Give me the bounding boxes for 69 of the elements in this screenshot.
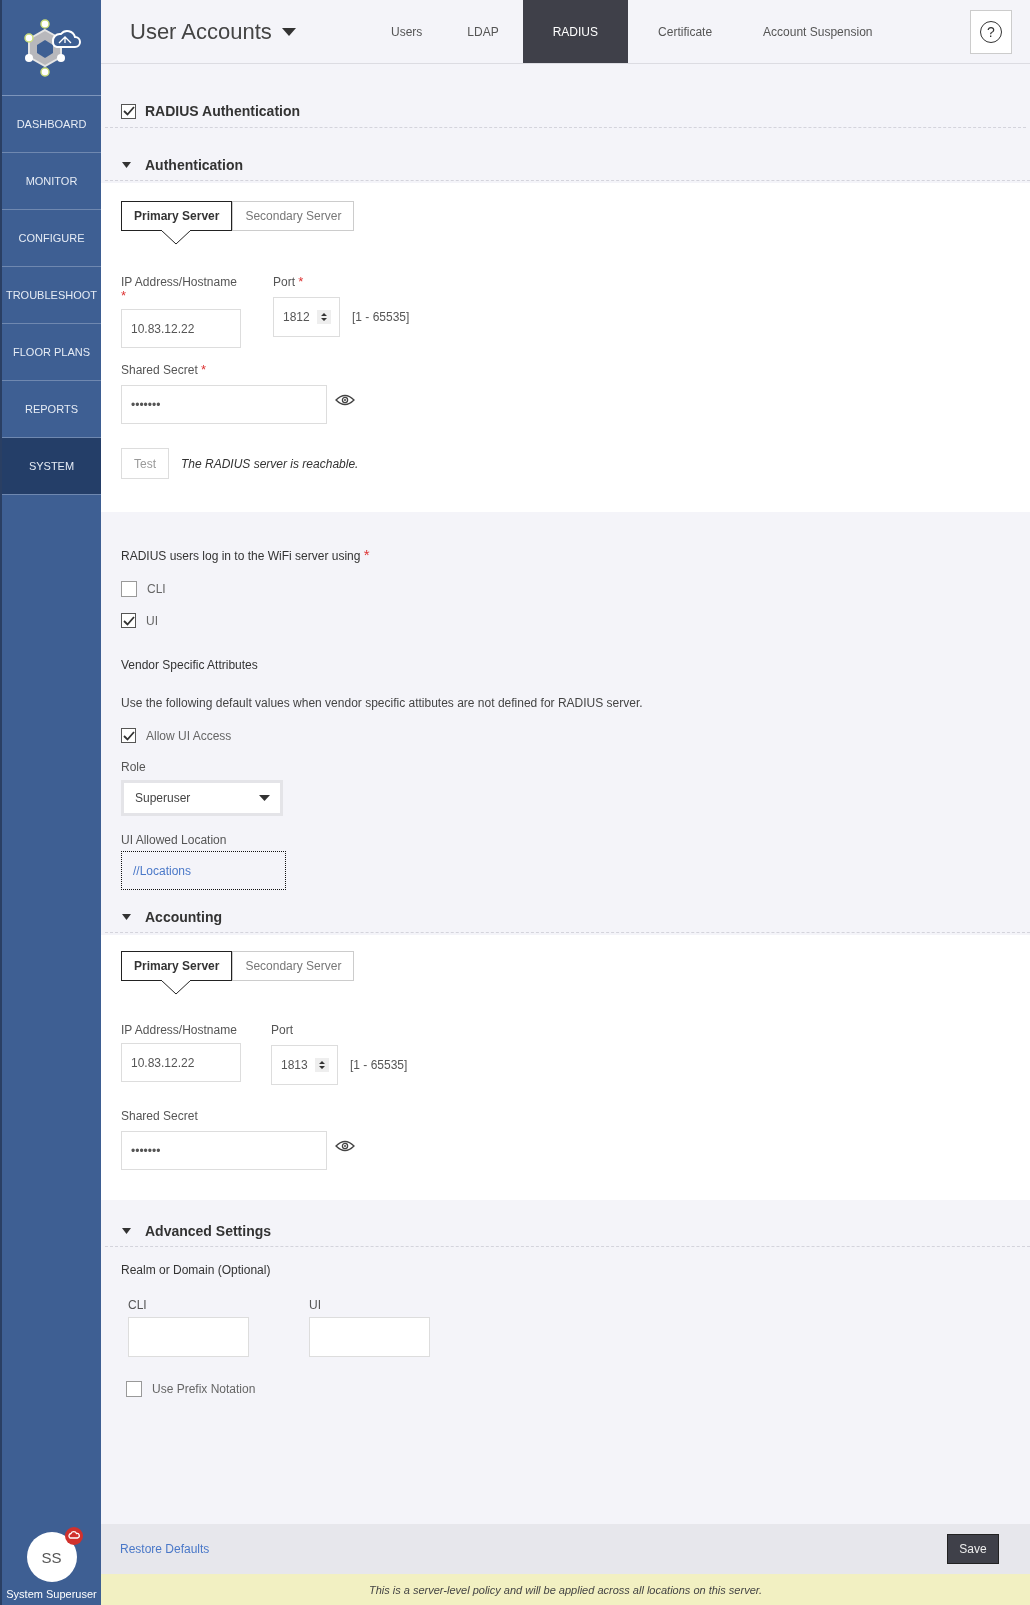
field-label: RADIUS users log in to the WiFi server using * <box>121 546 371 563</box>
policy-notice: This is a server-level policy and will be applied across all locations on this server. <box>101 1574 1030 1605</box>
field-label: Port * <box>273 275 305 289</box>
header-tab[interactable]: LDAP <box>443 0 523 63</box>
status-message: The RADIUS server is reachable. <box>181 456 359 471</box>
restore-defaults-link[interactable]: Restore Defaults <box>120 1542 210 1556</box>
ip-address-field[interactable]: 10.83.12.22 <box>121 1043 241 1082</box>
checkbox-label: Allow UI Access <box>146 728 232 743</box>
checkbox-label: CLI <box>147 581 166 596</box>
range-hint: [1 - 65535] <box>350 1058 408 1072</box>
header-tab[interactable]: RADIUS <box>522 0 629 63</box>
header-tab[interactable]: Certificate <box>628 0 743 63</box>
location-link[interactable]: //Locations <box>133 863 192 878</box>
nav-item[interactable]: SYSTEM <box>2 438 101 495</box>
user-name: System Superuser <box>6 1588 97 1600</box>
section-title: Advanced Settings <box>145 1223 272 1239</box>
section-title: Authentication <box>145 157 243 173</box>
field-label: CLI <box>128 1298 148 1312</box>
field-label: Shared Secret * <box>121 362 208 377</box>
spinner-icon[interactable] <box>317 310 331 324</box>
checkbox-label: Use Prefix Notation <box>152 1381 256 1396</box>
shared-secret-field[interactable]: ••••••• <box>121 1131 327 1170</box>
eye-icon[interactable] <box>335 1139 355 1152</box>
header-tab[interactable]: Users <box>370 0 444 63</box>
checkbox-label: RADIUS Authentication <box>145 103 301 119</box>
ip-address-field[interactable]: 10.83.12.22 <box>121 309 241 348</box>
collapse-icon[interactable] <box>122 1228 131 1234</box>
checkbox[interactable] <box>121 728 136 743</box>
checkbox[interactable] <box>121 580 137 597</box>
field-label: Role <box>121 760 147 774</box>
field-label: Shared Secret <box>121 1109 199 1123</box>
server-tab[interactable]: Secondary Server <box>232 201 355 231</box>
save-button[interactable]: Save <box>947 1534 999 1564</box>
field-label: UI Allowed Location <box>121 833 228 847</box>
ui-realm-field[interactable] <box>309 1317 430 1357</box>
nav-item[interactable]: DASHBOARD <box>2 96 101 153</box>
field-label: Port <box>271 1023 294 1037</box>
range-hint: [1 - 65535] <box>352 310 410 324</box>
port-field[interactable]: 1813 <box>271 1045 338 1085</box>
server-tab[interactable]: Secondary Server <box>232 951 355 981</box>
cloud-badge-icon <box>64 1527 83 1545</box>
field-label: UI <box>309 1298 322 1312</box>
role-dropdown[interactable]: Superuser <box>121 780 283 816</box>
checkbox[interactable] <box>121 103 136 119</box>
field-label: Realm or Domain (Optional) <box>121 1263 272 1277</box>
checkbox-label: UI <box>146 613 158 628</box>
port-field[interactable]: 1812 <box>273 297 340 337</box>
caret-icon <box>281 27 296 36</box>
spinner-icon[interactable] <box>315 1058 329 1072</box>
checkbox[interactable] <box>121 613 136 628</box>
description-text: Use the following default values when vendor specific attibutes are not defined for RADIUS server. <box>121 696 644 710</box>
user-avatar[interactable]: SS <box>26 1532 77 1582</box>
checkbox[interactable] <box>126 1380 142 1397</box>
help-button[interactable]: ? <box>970 9 1012 54</box>
shared-secret-field[interactable]: ••••••• <box>121 385 327 424</box>
location-field[interactable]: //Locations <box>121 851 286 890</box>
collapse-icon[interactable] <box>122 914 131 920</box>
section-title: Accounting <box>145 909 222 925</box>
field-label: IP Address/Hostname <box>121 1023 238 1037</box>
field-label: IP Address/Hostname * <box>121 275 238 303</box>
subsection-title: Vendor Specific Attributes <box>121 658 259 672</box>
page-title-dropdown[interactable]: User Accounts <box>130 18 370 45</box>
tab-pointer-icon <box>161 230 191 245</box>
header-tab[interactable]: Account Suspension <box>742 0 894 63</box>
caret-icon <box>259 795 270 801</box>
collapse-icon[interactable] <box>122 162 131 168</box>
tab-pointer-icon <box>161 980 191 995</box>
cli-realm-field[interactable] <box>128 1317 249 1357</box>
eye-icon[interactable] <box>335 393 355 406</box>
